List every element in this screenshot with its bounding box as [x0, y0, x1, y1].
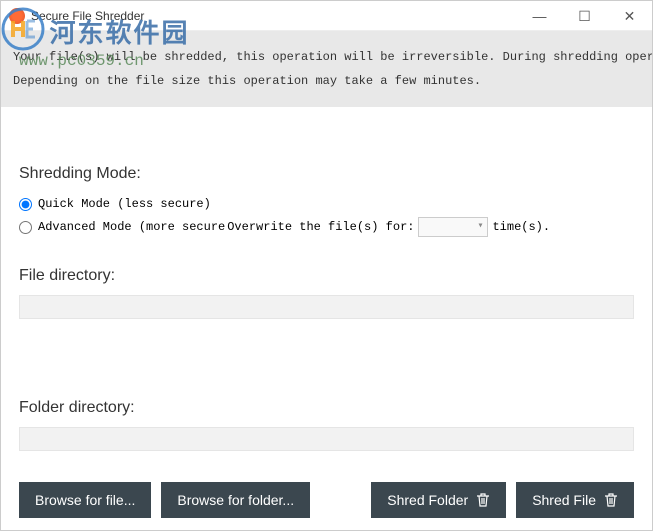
shred-file-label: Shred File: [532, 492, 596, 508]
info-line-1: Your file(s) will be shredded, this oper…: [13, 45, 640, 69]
window-title: Secure File Shredder: [31, 9, 517, 23]
folder-directory-input[interactable]: [19, 427, 634, 451]
window-controls: — ☐ ✕: [517, 1, 652, 30]
trash-icon: [476, 492, 490, 508]
browse-folder-button[interactable]: Browse for folder...: [161, 482, 310, 518]
shred-file-button[interactable]: Shred File: [516, 482, 634, 518]
shred-folder-button[interactable]: Shred Folder: [371, 482, 506, 518]
app-icon: [9, 8, 25, 24]
info-banner: Your file(s) will be shredded, this oper…: [1, 31, 652, 107]
minimize-button[interactable]: —: [517, 1, 562, 31]
main-content: Shredding Mode: Quick Mode (less secure)…: [1, 107, 652, 461]
advanced-mode-row[interactable]: Advanced Mode (more secure Overwrite the…: [19, 217, 634, 237]
maximize-button[interactable]: ☐: [562, 1, 607, 31]
advanced-mode-mid: Overwrite the file(s) for:: [227, 220, 414, 234]
titlebar: Secure File Shredder — ☐ ✕: [1, 1, 652, 31]
advanced-mode-suffix: time(s).: [492, 220, 550, 234]
quick-mode-row[interactable]: Quick Mode (less secure): [19, 197, 634, 211]
quick-mode-label: Quick Mode (less secure): [38, 197, 211, 211]
trash-icon: [604, 492, 618, 508]
browse-folder-label: Browse for folder...: [177, 492, 294, 508]
file-directory-label: File directory:: [19, 267, 634, 285]
overwrite-count-combo[interactable]: [418, 217, 488, 237]
close-button[interactable]: ✕: [607, 1, 652, 31]
browse-file-label: Browse for file...: [35, 492, 135, 508]
shredding-mode-heading: Shredding Mode:: [19, 165, 634, 183]
folder-directory-label: Folder directory:: [19, 399, 634, 417]
advanced-mode-prefix: Advanced Mode (more secure: [38, 220, 225, 234]
quick-mode-radio[interactable]: [19, 198, 32, 211]
advanced-mode-radio[interactable]: [19, 221, 32, 234]
file-directory-input[interactable]: [19, 295, 634, 319]
browse-file-button[interactable]: Browse for file...: [19, 482, 151, 518]
shred-folder-label: Shred Folder: [387, 492, 468, 508]
button-bar: Browse for file... Browse for folder... …: [19, 482, 634, 518]
info-line-2: Depending on the file size this operatio…: [13, 69, 640, 93]
